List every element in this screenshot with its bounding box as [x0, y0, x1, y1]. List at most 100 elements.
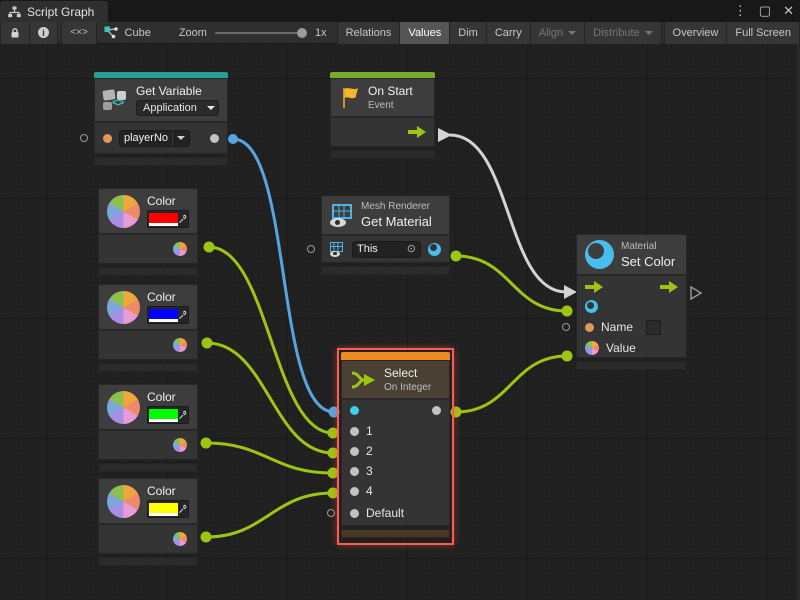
node-get-variable[interactable]: <> Get Variable Application playerNo [94, 72, 228, 166]
name-input-field[interactable] [646, 320, 661, 335]
variable-name-value: playerNo [124, 132, 168, 144]
default-input-port[interactable] [350, 509, 359, 518]
color-output-port[interactable] [173, 438, 187, 452]
color-swatch[interactable] [149, 309, 178, 322]
default-label: Default [366, 506, 404, 520]
unconnected-port-circle [307, 245, 315, 253]
wire-green-select3 [206, 443, 333, 473]
wire-blue-select2 [207, 343, 333, 453]
color-wheel-icon [107, 291, 140, 324]
node-color-red[interactable]: Color [98, 188, 198, 276]
eyedropper-icon[interactable] [178, 212, 187, 226]
node-footer [341, 529, 450, 538]
values-label: Values [408, 27, 441, 39]
option-input-port[interactable] [350, 467, 359, 476]
node-footer [98, 557, 198, 566]
node-title: On Start [368, 84, 413, 98]
node-get-material[interactable]: Mesh Renderer Get Material This ⊙ [321, 195, 450, 275]
fullscreen-button[interactable]: Full Screen [727, 22, 800, 44]
node-set-color[interactable]: Material Set Color Name [576, 234, 687, 370]
material-input-port[interactable] [585, 300, 598, 313]
distribute-label: Distribute [593, 27, 639, 39]
node-color-bar [341, 352, 450, 360]
values-toggle[interactable]: Values [400, 22, 450, 44]
node-subtitle: On Integer [384, 382, 431, 393]
color-wheel-icon [107, 391, 140, 424]
kebab-menu-icon[interactable]: ⋮ [734, 3, 747, 19]
tab-script-graph[interactable]: Script Graph [0, 1, 108, 22]
option-input-port[interactable] [350, 447, 359, 456]
wire-yellow-select4 [206, 493, 333, 537]
carry-toggle[interactable]: Carry [487, 22, 531, 44]
lock-button[interactable] [0, 22, 30, 44]
node-footer [576, 361, 687, 370]
color-field[interactable] [147, 500, 189, 518]
node-color-green[interactable]: Color [98, 384, 198, 472]
relations-toggle[interactable]: Relations [337, 22, 401, 44]
node-color-blue[interactable]: Color [98, 284, 198, 372]
node-title: Get Material [361, 214, 432, 229]
variable-name-dropdown[interactable] [172, 131, 185, 146]
graph-reference[interactable]: Cube [104, 26, 151, 39]
distribute-menu[interactable]: Distribute [585, 22, 661, 44]
name-input-port[interactable] [103, 134, 112, 143]
node-footer [98, 267, 198, 276]
flow-input-port[interactable] [585, 281, 603, 293]
overview-button[interactable]: Overview [664, 22, 728, 44]
script-graph-window: Script Graph ⋮ ▢ ✕ i <×> [0, 0, 800, 600]
name-input-port[interactable] [585, 323, 594, 332]
color-output-port[interactable] [173, 532, 187, 546]
eyedropper-icon[interactable] [178, 408, 187, 422]
unconnected-port-circle [327, 509, 335, 517]
zoom-slider-knob[interactable] [297, 28, 307, 38]
close-icon[interactable]: ✕ [783, 3, 794, 19]
value-output-port[interactable] [210, 134, 219, 143]
node-footer [98, 463, 198, 472]
color-swatch[interactable] [149, 503, 178, 516]
selector-input-port[interactable] [350, 406, 359, 415]
option-input-port[interactable] [350, 427, 359, 436]
wire-red-select1 [209, 247, 333, 433]
option-input-port[interactable] [350, 487, 359, 496]
material-output-port[interactable] [428, 243, 441, 256]
variable-name-field[interactable]: playerNo [119, 130, 190, 147]
node-on-start[interactable]: On Start Event [330, 72, 435, 159]
eyedropper-icon[interactable] [178, 502, 187, 516]
graph-hierarchy-icon [8, 6, 21, 18]
color-swatch[interactable] [149, 213, 178, 226]
target-object-field[interactable]: This ⊙ [352, 241, 421, 258]
code-preview-button[interactable]: <×> [61, 22, 97, 44]
value-input-port[interactable] [585, 341, 599, 355]
node-footer [321, 266, 450, 275]
variable-scope-dropdown[interactable]: Application [136, 100, 219, 116]
eyedropper-icon[interactable] [178, 308, 187, 322]
maximize-icon[interactable]: ▢ [759, 3, 771, 19]
color-field[interactable] [147, 306, 189, 324]
object-picker-icon[interactable]: ⊙ [407, 244, 416, 255]
info-icon: i [38, 27, 49, 38]
inspect-button[interactable]: i [30, 22, 58, 44]
wire-getmaterial-setcolor [456, 256, 567, 311]
graph-canvas[interactable]: <> Get Variable Application playerNo [0, 44, 800, 600]
color-field[interactable] [147, 210, 189, 228]
chevron-down-icon [645, 31, 653, 35]
node-title: Set Color [621, 254, 675, 269]
selection-output-port[interactable] [432, 406, 441, 415]
node-footer [98, 363, 198, 372]
node-color-yellow[interactable]: Color [98, 478, 198, 566]
flow-output-port[interactable] [660, 281, 678, 293]
dim-toggle[interactable]: Dim [450, 22, 487, 44]
node-select[interactable]: Select On Integer 1 2 [341, 352, 450, 538]
color-output-port[interactable] [173, 338, 187, 352]
color-swatch[interactable] [149, 409, 178, 422]
color-output-port[interactable] [173, 242, 187, 256]
align-menu[interactable]: Align [531, 22, 585, 44]
target-value: This [357, 243, 378, 255]
tab-title: Script Graph [27, 5, 94, 19]
node-title: Color [147, 194, 189, 208]
mesh-renderer-icon [330, 203, 354, 227]
wire-playerno-select [233, 139, 334, 412]
color-field[interactable] [147, 406, 189, 424]
zoom-slider[interactable] [215, 32, 307, 34]
flow-output-port[interactable] [408, 126, 426, 138]
